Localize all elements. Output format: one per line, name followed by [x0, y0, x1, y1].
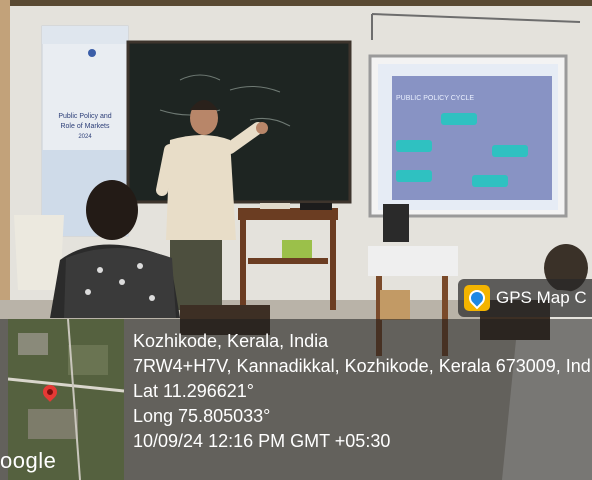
banner-line-2: Role of Markets — [60, 123, 110, 130]
slide-title: PUBLIC POLICY CYCLE — [396, 95, 474, 102]
address-line: 7RW4+H7V, Kannadikkal, Kozhikode, Kerala… — [133, 356, 592, 376]
longitude: Long 75.805033° — [133, 406, 271, 426]
photo-stage: Public Policy and Role of Markets 2024 P… — [0, 0, 592, 480]
gps-app-name: GPS Map C — [496, 288, 587, 307]
banner-line-3: 2024 — [78, 134, 92, 140]
timestamp: 10/09/24 12:16 PM GMT +05:30 — [133, 431, 391, 451]
location-info: Kozhikode, Kerala, India 7RW4+H7V, Kanna… — [133, 329, 592, 454]
banner-line-1: Public Policy and — [58, 113, 111, 120]
gps-map-camera-icon — [464, 285, 490, 311]
map-brand-text: oogle — [0, 448, 57, 473]
gps-app-badge: GPS Map C — [458, 279, 592, 317]
place-name: Kozhikode, Kerala, India — [133, 331, 329, 351]
latitude: Lat 11.296621° — [133, 381, 254, 401]
